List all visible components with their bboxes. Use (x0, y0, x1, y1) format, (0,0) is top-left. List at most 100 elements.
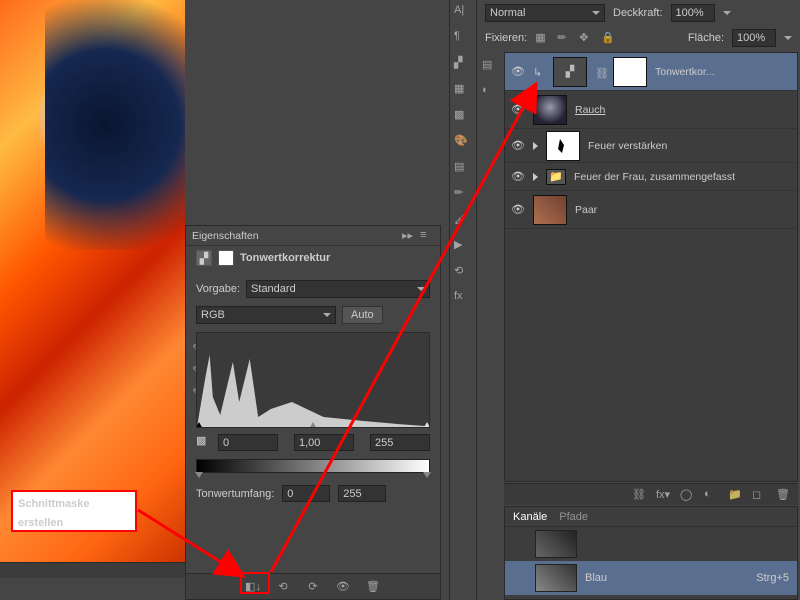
opacity-input[interactable]: 100% (671, 4, 715, 22)
brush-preset-icon[interactable]: 🖌 (454, 212, 472, 230)
visibility-icon[interactable]: 👁 (511, 203, 525, 217)
properties-footer: ◧↓ ⟲ ⟳ 👁 🗑 (186, 573, 440, 599)
fill-input[interactable]: 100% (732, 29, 776, 47)
layer-name[interactable]: Tonwertkor... (655, 66, 791, 78)
blend-mode-select[interactable]: Normal (485, 4, 605, 22)
panel-tab-strip: A| ¶ ▞ ▦ ▩ 🎨 ▤ ✏ 🖌 ▶ ⟲ fx (449, 0, 477, 600)
channel-row[interactable] (505, 527, 797, 561)
shadow-slider[interactable] (196, 422, 203, 428)
channels-panel: Kanäle Pfade Blau Strg+5 (504, 506, 798, 600)
smoke-visual (65, 40, 185, 220)
new-layer-icon[interactable]: ◻ (752, 488, 766, 502)
adjustments-tab-icon[interactable]: ◐ (482, 84, 498, 100)
highlights-input[interactable]: 255 (370, 434, 430, 451)
channel-name[interactable]: Blau (585, 572, 748, 584)
lock-transparency-icon[interactable]: ▦ (535, 31, 549, 45)
swatches-icon[interactable]: ▩ (454, 108, 472, 126)
group-icon[interactable]: 📁 (728, 488, 742, 502)
mask-icon[interactable] (218, 250, 234, 266)
channel-row[interactable]: Blau Strg+5 (505, 561, 797, 595)
grid-icon[interactable]: ▤ (454, 160, 472, 178)
visibility-icon[interactable]: 👁 (511, 103, 525, 117)
styles-icon[interactable]: fx (454, 290, 472, 308)
adjustment-icon[interactable]: ◐ (704, 488, 718, 502)
midtones-input[interactable]: 1,00 (294, 434, 354, 451)
layer-name[interactable]: Feuer verstärken (588, 140, 791, 152)
shadows-input[interactable]: 0 (218, 434, 278, 451)
layer-row[interactable]: 👁 Paar (505, 191, 797, 229)
midtone-slider[interactable] (309, 422, 317, 428)
highlight-slider[interactable] (423, 422, 430, 428)
panel-title: Eigenschaften (192, 230, 398, 242)
trash-icon[interactable]: 🗑 (776, 488, 790, 502)
layer-name[interactable]: Feuer der Frau, zusammengefasst (574, 171, 791, 183)
character-icon[interactable]: A| (454, 4, 472, 22)
histogram[interactable] (196, 332, 430, 428)
layer-thumbnail[interactable] (533, 195, 567, 225)
paragraph-icon[interactable]: ¶ (454, 30, 472, 48)
range-min-input[interactable]: 0 (282, 485, 330, 502)
link-icon: ⛓ (595, 67, 605, 77)
paths-tab[interactable]: Pfade (559, 511, 588, 523)
clip-indicator-icon: ↳ (533, 66, 545, 78)
actions-icon[interactable]: ▶ (454, 238, 472, 256)
mask-thumbnail[interactable] (613, 57, 647, 87)
input-adjust-icon[interactable]: ▩ (196, 434, 210, 451)
lock-all-icon[interactable]: 🔒 (601, 31, 615, 45)
range-label: Tonwertumfang: (196, 488, 274, 500)
levels-thumb-icon: ▞ (553, 57, 587, 87)
channel-shortcut: Strg+5 (756, 572, 789, 584)
visibility-icon[interactable]: 👁 (334, 578, 352, 596)
layer-thumbnail[interactable] (533, 95, 567, 125)
channels-tab[interactable]: Kanäle (513, 511, 547, 523)
layers-tab-icon[interactable]: ▤ (482, 58, 498, 74)
adjustment-name: Tonwertkorrektur (240, 252, 330, 264)
opacity-label: Deckkraft: (613, 7, 663, 19)
expand-icon[interactable] (533, 142, 538, 150)
layer-name[interactable]: Paar (575, 204, 791, 216)
collapse-icon[interactable]: ▸▸ (402, 229, 416, 243)
histogram-icon[interactable]: ▞ (454, 56, 472, 74)
opacity-flyout-icon[interactable] (723, 11, 731, 15)
fill-flyout-icon[interactable] (784, 36, 792, 40)
visibility-icon[interactable]: 👁 (511, 139, 525, 153)
prev-state-icon[interactable]: ⟲ (274, 578, 292, 596)
delete-icon[interactable]: 🗑 (364, 578, 382, 596)
lock-pixels-icon[interactable]: ✏ (557, 31, 571, 45)
reset-icon[interactable]: ⟳ (304, 578, 322, 596)
output-gradient[interactable] (196, 459, 430, 473)
expand-icon[interactable] (533, 173, 538, 181)
layers-list: 👁 ↳ ▞ ⛓ Tonwertkor... 👁 Rauch 👁 Feuer ve… (504, 52, 798, 482)
channel-select[interactable]: RGB (196, 306, 336, 324)
panel-menu-icon[interactable]: ≡ (420, 229, 434, 243)
mask-icon[interactable]: ◯ (680, 488, 694, 502)
layer-name[interactable]: Rauch (575, 104, 791, 116)
visibility-icon[interactable]: 👁 (511, 65, 525, 79)
document-canvas[interactable] (0, 0, 185, 562)
preset-label: Vorgabe: (196, 283, 240, 295)
visibility-icon[interactable]: 👁 (511, 170, 525, 184)
auto-button[interactable]: Auto (342, 306, 383, 324)
range-max-input[interactable]: 255 (338, 485, 386, 502)
navigator-icon[interactable]: ▦ (454, 82, 472, 100)
lock-label: Fixieren: (485, 32, 527, 44)
layer-row[interactable]: 👁 📁 Feuer der Frau, zusammengefasst (505, 163, 797, 191)
layer-row[interactable]: 👁 Feuer verstärken (505, 129, 797, 163)
properties-panel: Eigenschaften ▸▸ ≡ ▞ Tonwertkorrektur Vo… (185, 225, 441, 600)
layer-row[interactable]: 👁 ↳ ▞ ⛓ Tonwertkor... (505, 53, 797, 91)
color-icon[interactable]: 🎨 (454, 134, 472, 152)
right-tab-strip: ▤ ◐ (477, 52, 503, 600)
fx-icon[interactable]: fx▾ (656, 488, 670, 502)
levels-icon: ▞ (196, 250, 212, 266)
link-layers-icon[interactable]: ⛓ (632, 488, 646, 502)
layers-footer: ⛓ fx▾ ◯ ◐ 📁 ◻ 🗑 (504, 483, 798, 505)
lock-position-icon[interactable]: ✥ (579, 31, 593, 45)
layer-options-bar: Normal Deckkraft: 100% (477, 0, 800, 26)
folder-icon: 📁 (546, 169, 566, 185)
mask-thumbnail[interactable] (546, 131, 580, 161)
brush-icon[interactable]: ✏ (454, 186, 472, 204)
layer-row[interactable]: 👁 Rauch (505, 91, 797, 129)
lock-bar: Fixieren: ▦ ✏ ✥ 🔒 Fläche: 100% (477, 26, 800, 50)
history-icon[interactable]: ⟲ (454, 264, 472, 282)
preset-select[interactable]: Standard (246, 280, 430, 298)
